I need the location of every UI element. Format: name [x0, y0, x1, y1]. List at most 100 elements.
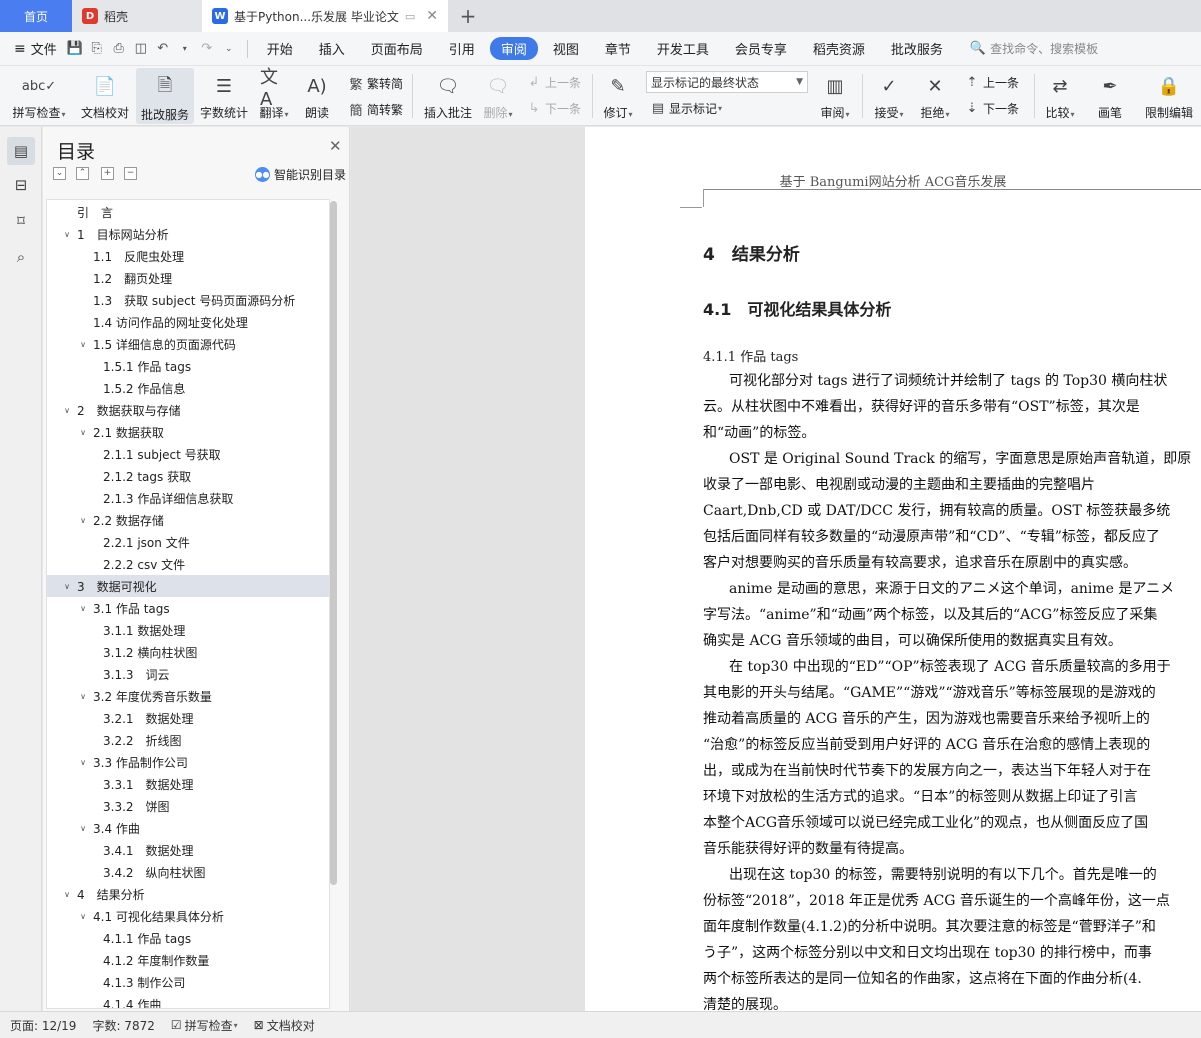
toc-item[interactable]: 2.1.2 tags 获取 — [47, 465, 329, 487]
toc-item[interactable]: ∨ 3.1 作品 tags — [47, 597, 329, 619]
chevron-down-icon[interactable]: ∨ — [61, 230, 73, 239]
chevron-down-icon[interactable]: ∨ — [77, 692, 89, 701]
read-aloud-button[interactable]: A) 朗读 — [298, 66, 336, 124]
prev-comment-button[interactable]: ↲ 上一条 — [526, 74, 581, 91]
trad-to-simp-button[interactable]: 繁繁转简 — [348, 74, 403, 93]
toc-scroll-thumb[interactable] — [330, 201, 337, 885]
toc-item[interactable]: 2.1.1 subject 号获取 — [47, 443, 329, 465]
correction-service-button[interactable]: 🗎 批改服务 — [136, 68, 194, 124]
command-search[interactable]: 🔍 查找命令、搜索模板 — [970, 40, 1098, 57]
toc-item[interactable]: 4.1.2 年度制作数量 — [47, 949, 329, 971]
doc-proof-status[interactable]: ⊠ 文档校对 — [254, 1017, 315, 1034]
show-markup-button[interactable]: ▤ 显示标记 ▾ — [650, 100, 722, 117]
chevron-down-icon[interactable]: ∨ — [77, 516, 89, 525]
save-icon[interactable]: 💾 — [65, 39, 85, 59]
toc-item[interactable]: 4.1.3 制作公司 — [47, 971, 329, 993]
tab-daoke[interactable]: D 稻壳 — [72, 0, 202, 32]
toc-item[interactable]: ∨ 2 数据获取与存储 — [47, 399, 329, 421]
toc-item[interactable]: 1.4 访问作品的网址变化处理 — [47, 311, 329, 333]
word-count-button[interactable]: ☰ 字数统计 — [196, 66, 252, 124]
tab-home[interactable]: 首页 — [0, 0, 72, 32]
toc-nav-button[interactable]: ▤ — [7, 137, 35, 165]
toc-item[interactable]: 3.2.1 数据处理 — [47, 707, 329, 729]
toc-item[interactable]: ∨ 4.1 可视化结果具体分析 — [47, 905, 329, 927]
toc-item[interactable]: 3.1.3 词云 — [47, 663, 329, 685]
tab-menu-0[interactable]: 开始 — [256, 37, 304, 60]
document-canvas[interactable]: 基于 Bangumi网站分析 ACG音乐发展 4 结果分析 4.1 可视化结果具… — [351, 127, 1201, 1011]
toc-item[interactable]: 1.5.2 作品信息 — [47, 377, 329, 399]
next-comment-button[interactable]: ↳ 下一条 — [526, 100, 581, 117]
toc-item[interactable]: 3.1.2 横向柱状图 — [47, 641, 329, 663]
toc-item[interactable]: 1.1 反爬虫处理 — [47, 245, 329, 267]
toc-item[interactable]: ∨ 2.1 数据获取 — [47, 421, 329, 443]
redo-icon[interactable]: ↷ — [197, 39, 217, 59]
toc-item[interactable]: 2.2.1 json 文件 — [47, 531, 329, 553]
chevron-down-icon[interactable]: ∨ — [77, 824, 89, 833]
file-menu-button[interactable]: ≡ 文件 — [8, 39, 63, 59]
reject-change-button[interactable]: ✕ 拒绝▾ — [914, 66, 956, 124]
spell-check-button[interactable]: abc✓ 拼写检查▾ — [6, 66, 72, 124]
toc-item[interactable]: ∨ 2.2 数据存储 — [47, 509, 329, 531]
preview-icon[interactable]: ◫ — [131, 39, 151, 59]
tab-menu-5[interactable]: 视图 — [542, 37, 590, 60]
insert-comment-button[interactable]: 🗨 插入批注 — [420, 66, 476, 124]
chapter-nav-button[interactable]: ⊟ — [7, 171, 35, 199]
tab-menu-3[interactable]: 引用 — [438, 37, 486, 60]
toc-item[interactable]: 1.3 获取 subject 号码页面源码分析 — [47, 289, 329, 311]
tab-menu-8[interactable]: 会员专享 — [724, 37, 798, 60]
expand-all-button[interactable]: ⌄ — [53, 167, 66, 180]
tab-document[interactable]: W 基于Python...乐发展 毕业论文 ▭ ✕ — [202, 0, 448, 32]
undo-icon[interactable]: ↶ — [153, 39, 173, 59]
quick-access-dropdown-icon[interactable]: ⌄ — [219, 39, 239, 59]
toc-item[interactable]: 3.3.2 饼图 — [47, 795, 329, 817]
toc-item[interactable]: ∨ 3.4 作曲 — [47, 817, 329, 839]
remove-heading-button[interactable]: − — [124, 167, 137, 180]
spell-check-status[interactable]: ☑ 拼写检查 ▾ — [171, 1017, 238, 1034]
bookmark-nav-button[interactable]: ⌑ — [7, 207, 35, 235]
toc-item[interactable]: 引 言 — [47, 201, 329, 223]
accept-change-button[interactable]: ✓ 接受▾ — [868, 66, 910, 124]
tab-menu-7[interactable]: 开发工具 — [646, 37, 720, 60]
compare-button[interactable]: ⇄ 比较▾ — [1040, 66, 1080, 124]
chevron-down-icon[interactable]: ∨ — [77, 428, 89, 437]
add-heading-button[interactable]: + — [101, 167, 114, 180]
toc-item[interactable]: 4.1.1 作品 tags — [47, 927, 329, 949]
close-icon[interactable]: ✕ — [329, 137, 342, 155]
collapse-all-button[interactable]: ⌃ — [76, 167, 89, 180]
toc-scrollbar[interactable] — [329, 199, 338, 1009]
tab-menu-4[interactable]: 审阅 — [489, 37, 538, 60]
tab-menu-10[interactable]: 批改服务 — [880, 37, 954, 60]
toc-item[interactable]: ∨ 3.2 年度优秀音乐数量 — [47, 685, 329, 707]
toc-item[interactable]: ∨ 3 数据可视化 — [47, 575, 329, 597]
toc-item[interactable]: ∨ 1 目标网站分析 — [47, 223, 329, 245]
toc-item[interactable]: 3.2.2 折线图 — [47, 729, 329, 751]
tab-menu-1[interactable]: 插入 — [308, 37, 356, 60]
toc-item[interactable]: 3.4.2 纵向柱状图 — [47, 861, 329, 883]
find-nav-button[interactable]: ⌕ — [7, 243, 35, 271]
toc-item[interactable]: 1.2 翻页处理 — [47, 267, 329, 289]
export-icon[interactable]: ⎘ — [87, 39, 107, 59]
simp-to-trad-button[interactable]: 簡简转繁 — [348, 100, 403, 119]
doc-proof-button[interactable]: 📄 文档校对 — [76, 66, 134, 124]
toc-item[interactable]: ∨ 4 结果分析 — [47, 883, 329, 905]
toc-item[interactable]: ∨ 1.5 详细信息的页面源代码 — [47, 333, 329, 355]
close-icon[interactable]: ✕ — [426, 8, 438, 24]
toc-item[interactable]: 1.5.1 作品 tags — [47, 355, 329, 377]
page-indicator[interactable]: 页面: 12/19 — [10, 1017, 76, 1034]
smart-toc-button[interactable]: ●● 智能识别目录 — [255, 166, 346, 183]
toc-item[interactable]: 4.1.4 作曲 — [47, 993, 329, 1009]
delete-comment-button[interactable]: 🗨 删除▾ — [478, 66, 518, 124]
toc-item[interactable]: 2.2.2 csv 文件 — [47, 553, 329, 575]
new-tab-button[interactable]: + — [448, 0, 488, 32]
word-count-indicator[interactable]: 字数: 7872 — [92, 1017, 154, 1034]
chevron-down-icon[interactable]: ∨ — [77, 604, 89, 613]
chevron-down-icon[interactable]: ∨ — [77, 340, 89, 349]
chevron-down-icon[interactable]: ∨ — [61, 582, 73, 591]
pen-button[interactable]: ✒ 画笔 — [1090, 66, 1130, 124]
toc-item[interactable]: ∨ 3.3 作品制作公司 — [47, 751, 329, 773]
toc-item[interactable]: 3.3.1 数据处理 — [47, 773, 329, 795]
chevron-down-icon[interactable]: ∨ — [61, 890, 73, 899]
toc-item[interactable]: 2.1.3 作品详细信息获取 — [47, 487, 329, 509]
chevron-down-icon[interactable]: ∨ — [77, 912, 89, 921]
toc-item[interactable]: 3.4.1 数据处理 — [47, 839, 329, 861]
